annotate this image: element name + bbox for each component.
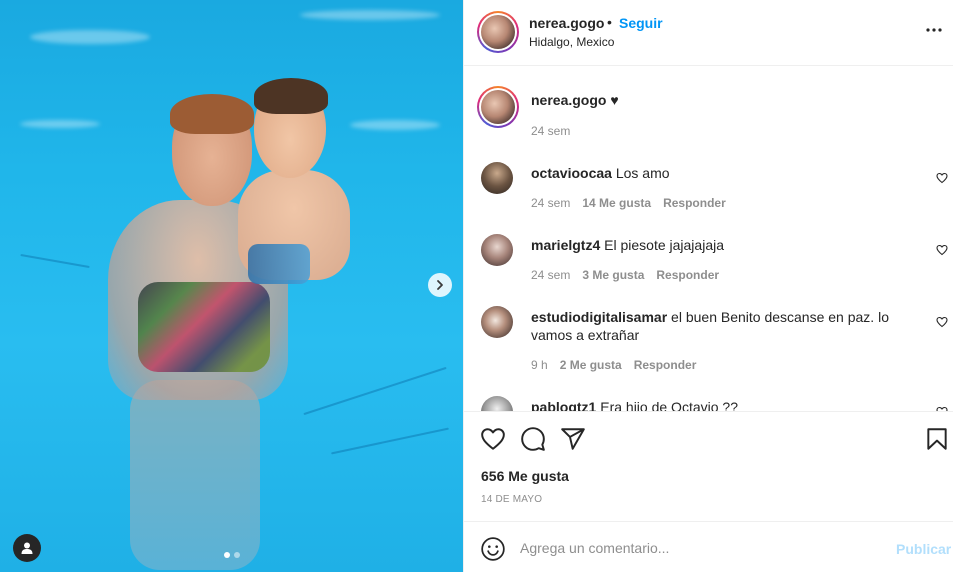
comment-avatar[interactable] <box>481 396 513 411</box>
caption-time: 24 sem <box>531 124 571 138</box>
comment-avatar[interactable] <box>481 234 513 266</box>
comment-input[interactable] <box>520 536 880 560</box>
heart-icon[interactable] <box>480 426 506 452</box>
comment-meta: 24 sem 14 Me gusta Responder <box>531 196 726 210</box>
post-side-panel: nerea.gogo • Seguir Hidalgo, Mexico nere… <box>463 0 953 572</box>
comment-username[interactable]: marielgtz4 <box>531 237 600 253</box>
comment-body: Era hijo de Octavio ?? <box>600 399 738 411</box>
post-location[interactable]: Hidalgo, Mexico <box>529 35 614 49</box>
comment-time: 24 sem <box>531 196 571 210</box>
share-icon[interactable] <box>560 426 586 452</box>
separator-dot: • <box>607 14 612 30</box>
carousel-dots <box>224 552 240 558</box>
comment-text: marielgtz4 El piesote jajajajaja <box>531 236 923 254</box>
water-ripple <box>303 366 447 416</box>
comment-meta: 24 sem 3 Me gusta Responder <box>531 268 719 282</box>
post-header: nerea.gogo • Seguir Hidalgo, Mexico <box>464 0 953 66</box>
caption-avatar[interactable] <box>477 86 519 128</box>
comment-text: octavioocaa Los amo <box>531 164 923 182</box>
comment-likes[interactable]: 3 Me gusta <box>582 268 644 282</box>
carousel-dot <box>234 552 240 558</box>
adult-hair <box>170 94 254 134</box>
child-swim-shorts <box>248 244 310 284</box>
comment-likes[interactable]: 2 Me gusta <box>560 358 622 372</box>
comment-text: pablogtz1 Era hijo de Octavio ?? <box>531 398 923 411</box>
post-actions: 656 Me gusta 14 DE MAYO <box>464 411 953 521</box>
caption-meta: 24 sem <box>531 124 570 138</box>
tagged-users-button[interactable] <box>13 534 41 562</box>
carousel-next-button[interactable] <box>428 273 452 297</box>
more-options-icon <box>926 28 942 32</box>
comment-like-heart-icon[interactable] <box>936 316 948 328</box>
comment-meta: 9 h 2 Me gusta Responder <box>531 358 696 372</box>
more-options-button[interactable] <box>924 20 944 40</box>
carousel-dot-active <box>224 552 230 558</box>
water-glint <box>30 30 150 44</box>
follow-button[interactable]: Seguir <box>619 15 663 31</box>
reply-button[interactable]: Responder <box>656 268 719 282</box>
comment-username[interactable]: octavioocaa <box>531 165 612 181</box>
comment-like-heart-icon[interactable] <box>936 244 948 256</box>
comment-avatar[interactable] <box>481 162 513 194</box>
comment-body: El piesote jajajajaja <box>604 237 724 253</box>
reply-button[interactable]: Responder <box>663 196 726 210</box>
water-glint <box>300 10 440 20</box>
add-comment-bar: Publicar <box>464 521 953 572</box>
reply-button[interactable]: Responder <box>634 358 697 372</box>
post-photo[interactable] <box>0 0 463 572</box>
author-avatar[interactable] <box>477 11 519 53</box>
comment-username[interactable]: estudiodigitalisamar <box>531 309 667 325</box>
emoji-icon[interactable] <box>480 536 506 562</box>
comment-likes[interactable]: 14 Me gusta <box>582 196 651 210</box>
comment-time: 24 sem <box>531 268 571 282</box>
water-glint <box>20 120 100 128</box>
comment-icon[interactable] <box>520 426 546 452</box>
comment-text: estudiodigitalisamar el buen Benito desc… <box>531 308 923 344</box>
adult-swim-shorts <box>138 282 270 372</box>
water-glint <box>350 120 440 130</box>
bookmark-icon[interactable] <box>924 426 950 452</box>
water-ripple <box>20 253 90 269</box>
comments-list[interactable]: nerea.gogo ♥ 24 sem octavioocaa Los amo … <box>464 67 953 411</box>
chevron-right-icon <box>437 280 443 290</box>
comment-like-heart-icon[interactable] <box>936 172 948 184</box>
post-date[interactable]: 14 DE MAYO <box>481 494 542 505</box>
author-username[interactable]: nerea.gogo <box>529 15 604 31</box>
comment-body: Los amo <box>615 165 670 181</box>
adult-legs <box>130 380 260 570</box>
user-tag-icon <box>21 542 33 554</box>
caption-username[interactable]: nerea.gogo <box>531 92 606 108</box>
caption-body: ♥ <box>610 92 619 108</box>
comment-avatar[interactable] <box>481 306 513 338</box>
publish-button[interactable]: Publicar <box>896 541 951 557</box>
child-hair <box>254 78 328 114</box>
caption-text: nerea.gogo ♥ <box>531 91 923 109</box>
water-ripple <box>331 427 449 455</box>
comment-time: 9 h <box>531 358 548 372</box>
likes-count[interactable]: 656 Me gusta <box>481 468 569 484</box>
comment-username[interactable]: pablogtz1 <box>531 399 596 411</box>
